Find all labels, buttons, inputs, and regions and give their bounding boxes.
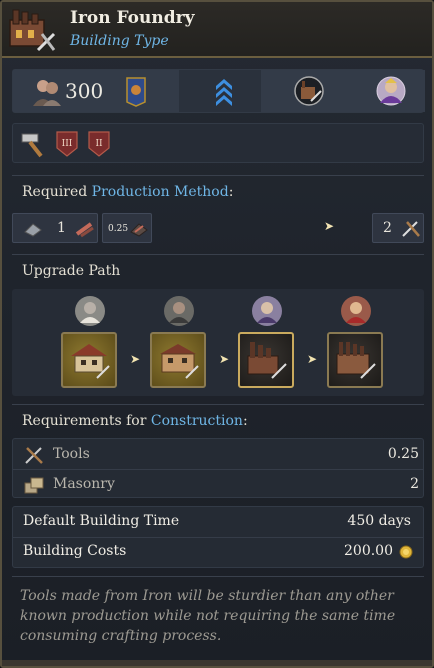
divider bbox=[12, 404, 424, 405]
panel-footer bbox=[2, 660, 432, 666]
building-costs-label: Building Costs bbox=[23, 543, 127, 559]
requirement-row-tools[interactable]: Tools 0.25 bbox=[13, 440, 425, 470]
divider bbox=[12, 175, 424, 176]
masonry-icon bbox=[24, 477, 44, 494]
upgrade-stage-4[interactable] bbox=[327, 332, 383, 388]
peasant-icon[interactable] bbox=[74, 295, 106, 327]
tools-icon bbox=[25, 447, 43, 464]
production-method-row: 1 0.25 ➤ 2 bbox=[12, 213, 424, 245]
building-time-row: Default Building Time 450 days bbox=[13, 507, 425, 537]
tools-icon bbox=[402, 221, 420, 237]
house-icon bbox=[71, 344, 110, 379]
requirement-name: Masonry bbox=[53, 476, 115, 492]
building-costs-row: Building Costs 200.00 bbox=[13, 537, 425, 567]
noble-icon[interactable] bbox=[340, 295, 372, 327]
attribute-row: III II bbox=[12, 123, 424, 163]
upgrade-arrow-icon: ➤ bbox=[219, 352, 230, 366]
building-title: Iron Foundry bbox=[70, 8, 195, 28]
production-method-link[interactable]: Production Method bbox=[92, 184, 229, 200]
tier-iii-badge-icon[interactable]: III bbox=[56, 131, 78, 157]
hammer-icon[interactable] bbox=[19, 130, 45, 158]
upgrade-stage-1[interactable] bbox=[61, 332, 117, 388]
construction-link[interactable]: Construction bbox=[151, 413, 243, 429]
upgrade-arrow-icon: ➤ bbox=[307, 352, 318, 366]
workshop-building-icon bbox=[160, 344, 199, 379]
building-tooltip-panel: Iron Foundry Building Type 300 III II Re… bbox=[0, 0, 434, 668]
aristocrat-icon[interactable] bbox=[375, 75, 407, 107]
workshop-icon[interactable] bbox=[293, 75, 325, 107]
building-time-label: Default Building Time bbox=[23, 513, 180, 529]
requirements-list: Tools 0.25 Masonry 2 bbox=[12, 438, 424, 498]
upgrade-stage-2[interactable] bbox=[150, 332, 206, 388]
svg-text:II: II bbox=[95, 139, 103, 149]
divider bbox=[12, 254, 424, 255]
production-arrow-icon: ➤ bbox=[324, 219, 335, 233]
worker-icon[interactable] bbox=[163, 295, 195, 327]
tier-ii-badge-icon[interactable]: II bbox=[88, 131, 110, 157]
factory-icon bbox=[336, 342, 376, 379]
gold-coin-icon bbox=[399, 545, 413, 559]
requirement-value: 2 bbox=[410, 476, 419, 492]
input-amount: 1 bbox=[57, 220, 66, 236]
banner-icon[interactable] bbox=[125, 76, 147, 108]
requirements-heading: Requirements for Construction: bbox=[22, 413, 248, 429]
production-heading: Required Production Method: bbox=[22, 184, 234, 200]
iron-foundry-icon bbox=[247, 342, 287, 379]
input-amount: 0.25 bbox=[108, 224, 129, 234]
upgrade-path-box: ➤ ➤ ➤ bbox=[12, 289, 424, 396]
upgrade-stage-3[interactable] bbox=[238, 332, 294, 388]
building-description: Tools made from Iron will be sturdier th… bbox=[20, 588, 396, 644]
input-chip-wood[interactable]: 0.25 bbox=[102, 213, 152, 243]
output-amount: 2 bbox=[383, 220, 392, 236]
divider bbox=[12, 576, 424, 577]
chevron-up-icon[interactable] bbox=[214, 76, 234, 108]
wood-icon bbox=[75, 222, 94, 238]
requirement-row-masonry[interactable]: Masonry 2 bbox=[13, 470, 425, 500]
iron-icon bbox=[24, 223, 42, 237]
iron-foundry-icon bbox=[9, 9, 56, 52]
population-icon[interactable] bbox=[31, 76, 63, 108]
upgrade-arrow-icon: ➤ bbox=[130, 352, 141, 366]
building-type-link[interactable]: Building Type bbox=[70, 33, 169, 49]
requirement-value: 0.25 bbox=[387, 446, 419, 462]
input-chip-iron[interactable]: 1 bbox=[12, 213, 98, 243]
requirement-name: Tools bbox=[53, 446, 90, 462]
building-costs-value: 200.00 bbox=[344, 543, 393, 559]
population-count: 300 bbox=[65, 79, 104, 103]
tooltip-header: Iron Foundry Building Type bbox=[2, 2, 432, 58]
burgher-icon[interactable] bbox=[251, 295, 283, 327]
building-time-value: 450 days bbox=[347, 513, 411, 529]
costs-box: Default Building Time 450 days Building … bbox=[12, 506, 424, 568]
summary-strip: 300 bbox=[12, 69, 425, 113]
svg-text:III: III bbox=[62, 139, 73, 149]
wood-icon bbox=[130, 223, 148, 237]
upgrade-path-heading: Upgrade Path bbox=[22, 263, 121, 279]
output-chip-tools[interactable]: 2 bbox=[372, 213, 424, 243]
